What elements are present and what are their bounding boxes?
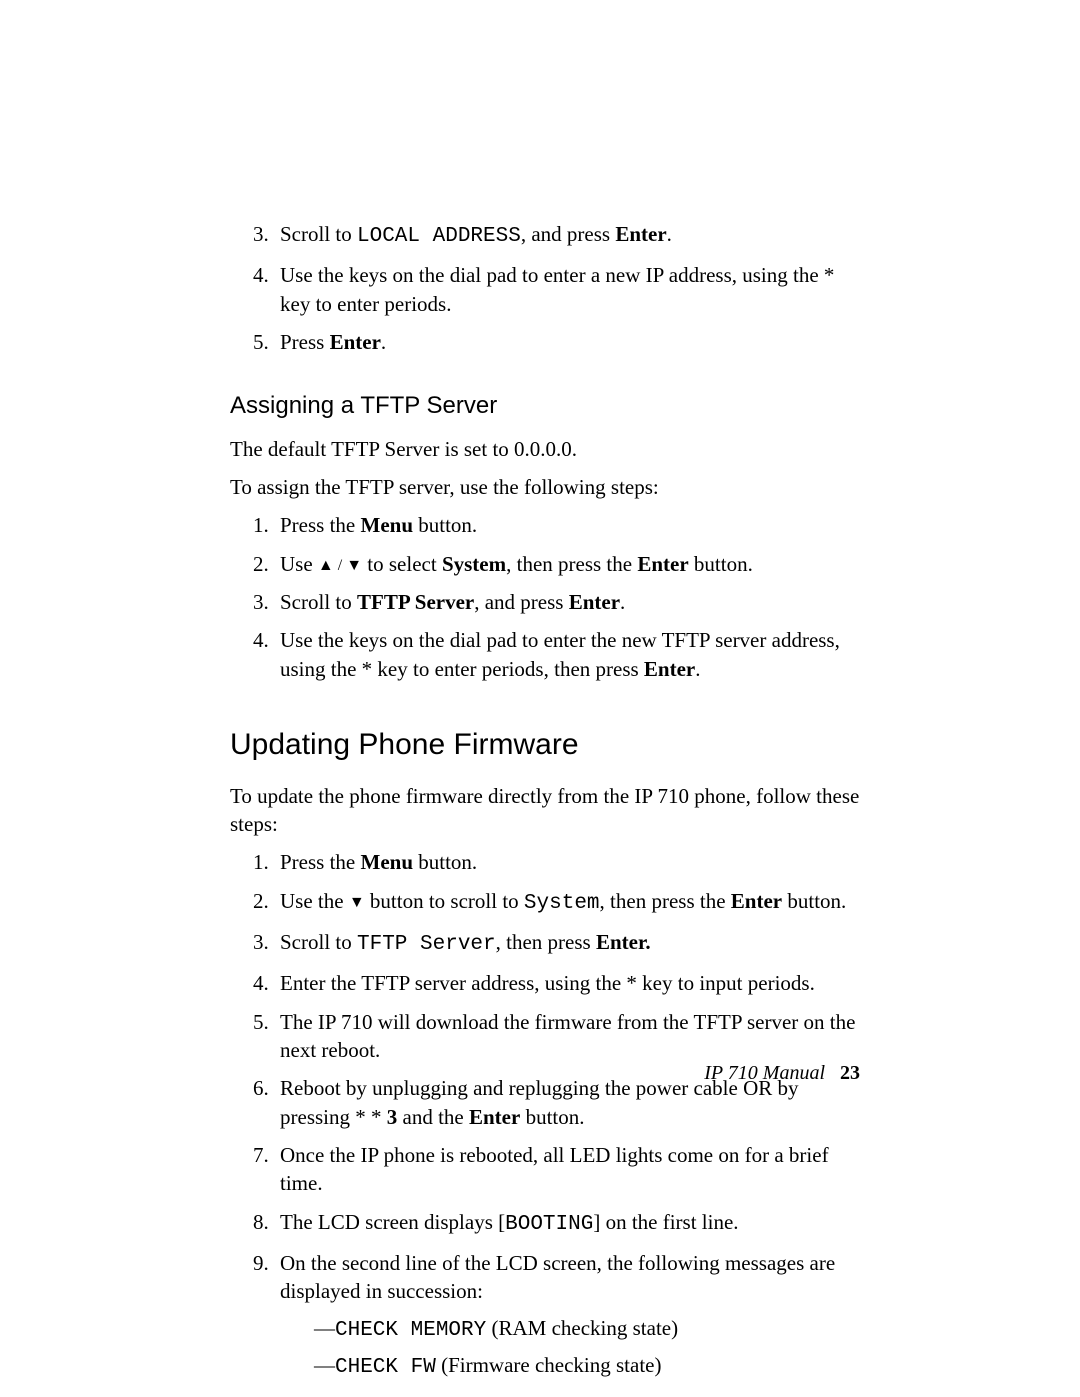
paragraph: To update the phone firmware directly fr… [230, 782, 860, 839]
bold-text: Enter [615, 222, 666, 246]
text: to select [362, 552, 442, 576]
bold-text: TFTP Server [357, 590, 474, 614]
text: On the second line of the LCD screen, th… [280, 1251, 835, 1303]
list-item: Use the ▼ button to scroll to System, th… [274, 887, 860, 918]
text: , and press [521, 222, 615, 246]
page-footer: IP 710 Manual 23 [704, 1060, 860, 1087]
text: Press [280, 330, 330, 354]
firmware-steps-list: Press the Menu button. Use the ▼ button … [230, 848, 860, 1382]
paragraph: The default TFTP Server is set to 0.0.0.… [230, 435, 860, 463]
bold-text: Enter [644, 657, 695, 681]
text: Use the keys on the dial pad to enter th… [280, 628, 840, 680]
text: The LCD screen displays [ [280, 1210, 505, 1234]
text: , then press [496, 930, 596, 954]
document-page: Scroll to LOCAL ADDRESS, and press Enter… [0, 0, 1080, 1397]
text: Once the IP phone is rebooted, all LED l… [280, 1143, 829, 1195]
sub-message-list: —CHECK MEMORY (RAM checking state) —CHEC… [280, 1314, 860, 1383]
list-item: Scroll to LOCAL ADDRESS, and press Enter… [274, 220, 860, 251]
text: button. [689, 552, 753, 576]
heading-firmware: Updating Phone Firmware [230, 725, 860, 766]
text: , then press the [600, 889, 731, 913]
text: . [695, 657, 700, 681]
tftp-steps-list: Press the Menu button. Use ▲ / ▼ to sele… [230, 511, 860, 683]
bold-text: Enter [637, 552, 688, 576]
heading-tftp: Assigning a TFTP Server [230, 390, 860, 422]
list-item: On the second line of the LCD screen, th… [274, 1249, 860, 1382]
text: Press the [280, 850, 361, 874]
list-item: Press Enter. [274, 328, 860, 356]
text: Enter the TFTP server address, using the… [280, 971, 815, 995]
text: button. [782, 889, 846, 913]
text: (RAM checking state) [486, 1316, 678, 1340]
bold-text: Enter [569, 590, 620, 614]
list-item: Use the keys on the dial pad to enter th… [274, 626, 860, 683]
code-text: CHECK FW [335, 1356, 436, 1379]
top-steps-list: Scroll to LOCAL ADDRESS, and press Enter… [230, 220, 860, 356]
text: Press the [280, 513, 361, 537]
manual-title: IP 710 Manual [704, 1062, 825, 1084]
text: button to scroll to [365, 889, 524, 913]
bold-text: Menu [361, 850, 414, 874]
text: Scroll to [280, 930, 357, 954]
dash: — [314, 1353, 335, 1377]
list-item: Use the keys on the dial pad to enter a … [274, 261, 860, 318]
list-item: The LCD screen displays [BOOTING] on the… [274, 1208, 860, 1239]
text: . [620, 590, 625, 614]
text: Use [280, 552, 318, 576]
bold-text: Enter. [596, 930, 651, 954]
arrow-up-down-icon: ▲ / ▼ [318, 557, 362, 574]
list-item: Scroll to TFTP Server, then press Enter. [274, 928, 860, 959]
text: and the [397, 1105, 469, 1129]
code-text: TFTP Server [357, 933, 496, 956]
code-text: System [524, 892, 600, 915]
bold-text: Enter [469, 1105, 520, 1129]
dash: — [314, 1316, 335, 1340]
text: . [381, 330, 386, 354]
text: (Firmware checking state) [436, 1353, 662, 1377]
bold-text: System [442, 552, 506, 576]
text: button. [413, 850, 477, 874]
text: Use the keys on the dial pad to enter a … [280, 263, 834, 315]
text: ] on the first line. [593, 1210, 738, 1234]
bold-text: 3 [387, 1105, 398, 1129]
list-item: The IP 710 will download the firmware fr… [274, 1008, 860, 1065]
paragraph: To assign the TFTP server, use the follo… [230, 473, 860, 501]
text: The IP 710 will download the firmware fr… [280, 1010, 855, 1062]
list-item: Press the Menu button. [274, 848, 860, 876]
text: Use the [280, 889, 349, 913]
page-number: 23 [840, 1062, 860, 1084]
list-item: Press the Menu button. [274, 511, 860, 539]
text: Scroll to [280, 222, 357, 246]
text: , and press [474, 590, 568, 614]
list-item: Enter the TFTP server address, using the… [274, 969, 860, 997]
text: button. [413, 513, 477, 537]
bold-text: Enter [731, 889, 782, 913]
arrow-down-icon: ▼ [349, 894, 365, 911]
list-item: Once the IP phone is rebooted, all LED l… [274, 1141, 860, 1198]
text: , then press the [506, 552, 637, 576]
code-text: BOOTING [505, 1213, 593, 1236]
code-text: CHECK MEMORY [335, 1319, 486, 1342]
text: . [667, 222, 672, 246]
bold-text: Menu [361, 513, 414, 537]
text: Scroll to [280, 590, 357, 614]
bold-text: Enter [330, 330, 381, 354]
list-item: Scroll to TFTP Server, and press Enter. [274, 588, 860, 616]
text: button. [520, 1105, 584, 1129]
list-item: Use ▲ / ▼ to select System, then press t… [274, 550, 860, 578]
code-text: LOCAL ADDRESS [357, 225, 521, 248]
sub-message: —CHECK MEMORY (RAM checking state) [314, 1314, 860, 1345]
sub-message: —CHECK FW (Firmware checking state) [314, 1351, 860, 1382]
